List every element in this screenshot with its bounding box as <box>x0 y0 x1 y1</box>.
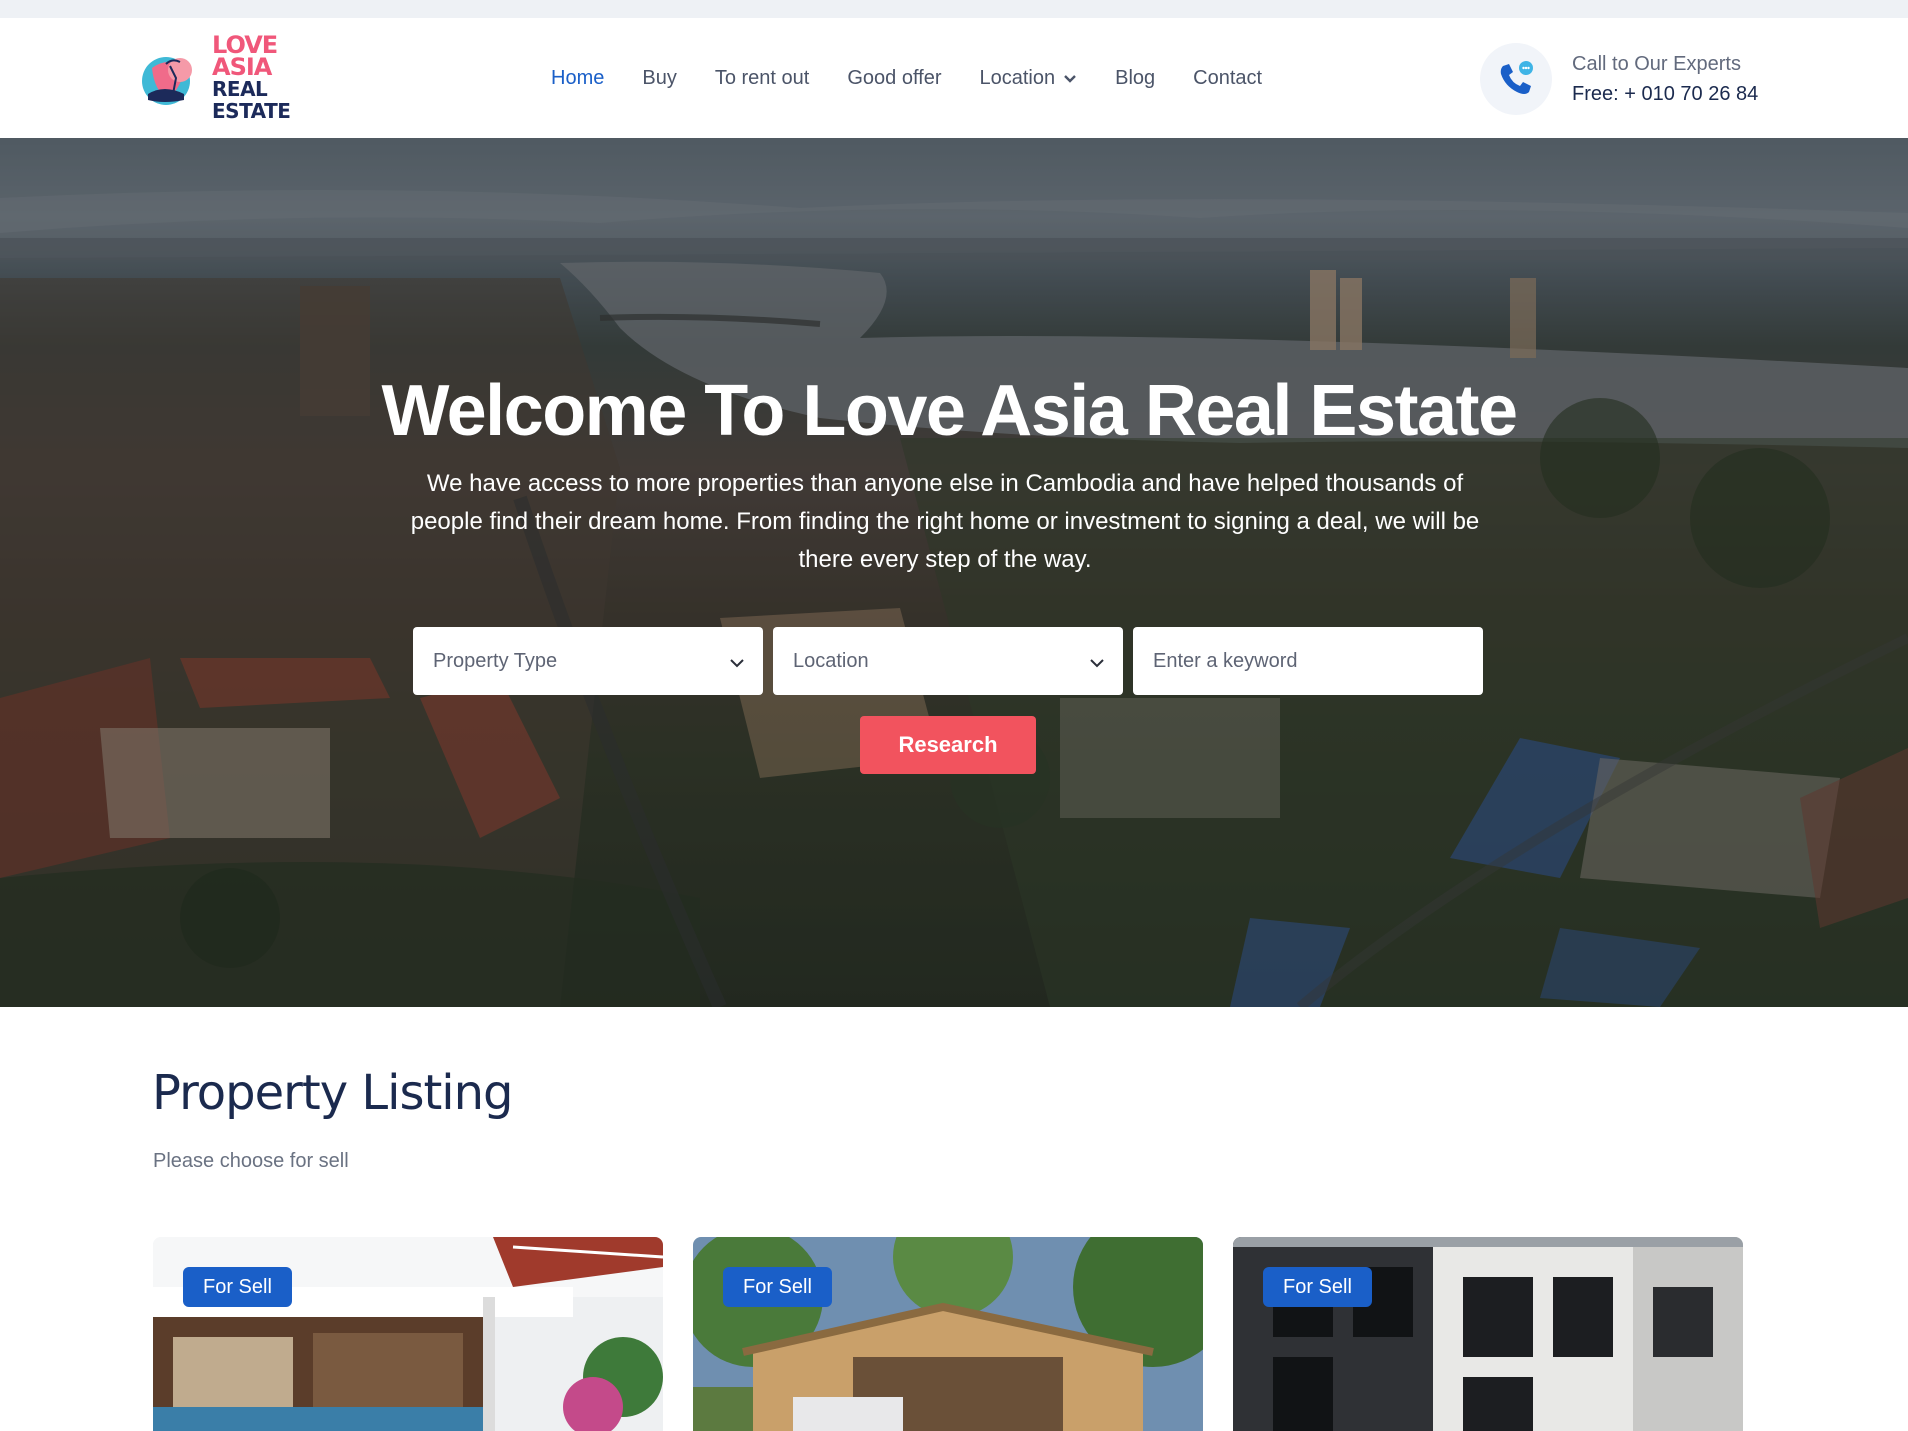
nav-to-rent-out[interactable]: To rent out <box>715 67 810 90</box>
nav-contact[interactable]: Contact <box>1193 67 1262 90</box>
chevron-down-icon <box>1063 67 1077 90</box>
location-value: Location <box>793 649 869 672</box>
logo-icon <box>140 48 206 108</box>
phone-chat-icon <box>1480 43 1552 115</box>
for-sell-badge: For Sell <box>183 1267 292 1307</box>
logo-line-2: REAL ESTATE <box>212 77 291 123</box>
property-type-select[interactable]: Property Type <box>413 627 763 695</box>
research-button[interactable]: Research <box>860 716 1036 774</box>
contact-text: Call to Our Experts Free: + 010 70 26 84 <box>1572 49 1758 109</box>
for-sell-badge: For Sell <box>723 1267 832 1307</box>
chevron-down-icon <box>729 652 745 675</box>
keyword-placeholder: Enter a keyword <box>1153 649 1298 672</box>
nav-location[interactable]: Location <box>979 67 1077 90</box>
listing-subtitle: Please choose for sell <box>153 1150 349 1172</box>
property-type-value: Property Type <box>433 649 558 672</box>
property-card[interactable]: For Sell <box>1233 1237 1743 1431</box>
nav-home[interactable]: Home <box>551 67 604 90</box>
hero-subtitle: We have access to more properties than a… <box>410 470 1480 573</box>
chevron-down-icon <box>1089 652 1105 675</box>
listing-title: Property Listing <box>152 1065 513 1121</box>
hero-title: Welcome To Love Asia Real Estate <box>381 371 1518 451</box>
contact-phone[interactable]: Free: + 010 70 26 84 <box>1572 79 1758 109</box>
nav-good-offer[interactable]: Good offer <box>847 67 941 90</box>
site-header: LOVE ASIA REAL ESTATE Home Buy To rent o… <box>0 18 1908 138</box>
hero-banner: Welcome To Love Asia Real Estate We have… <box>0 138 1908 1007</box>
top-bar <box>0 0 1908 18</box>
nav-blog[interactable]: Blog <box>1115 67 1155 90</box>
logo[interactable]: LOVE ASIA REAL ESTATE <box>140 33 340 122</box>
keyword-input[interactable]: Enter a keyword <box>1133 627 1483 695</box>
property-card[interactable]: For Sell <box>153 1237 663 1431</box>
contact-label: Call to Our Experts <box>1572 53 1741 75</box>
nav-buy[interactable]: Buy <box>642 67 676 90</box>
logo-line-1: LOVE ASIA <box>212 31 278 81</box>
main-nav: Home Buy To rent out Good offer Location… <box>551 18 1300 138</box>
property-card[interactable]: For Sell <box>693 1237 1203 1431</box>
for-sell-badge: For Sell <box>1263 1267 1372 1307</box>
nav-location-label: Location <box>979 66 1056 89</box>
logo-text: LOVE ASIA REAL ESTATE <box>212 31 340 123</box>
location-select[interactable]: Location <box>773 627 1123 695</box>
contact-box[interactable]: Call to Our Experts Free: + 010 70 26 84 <box>1480 43 1780 115</box>
